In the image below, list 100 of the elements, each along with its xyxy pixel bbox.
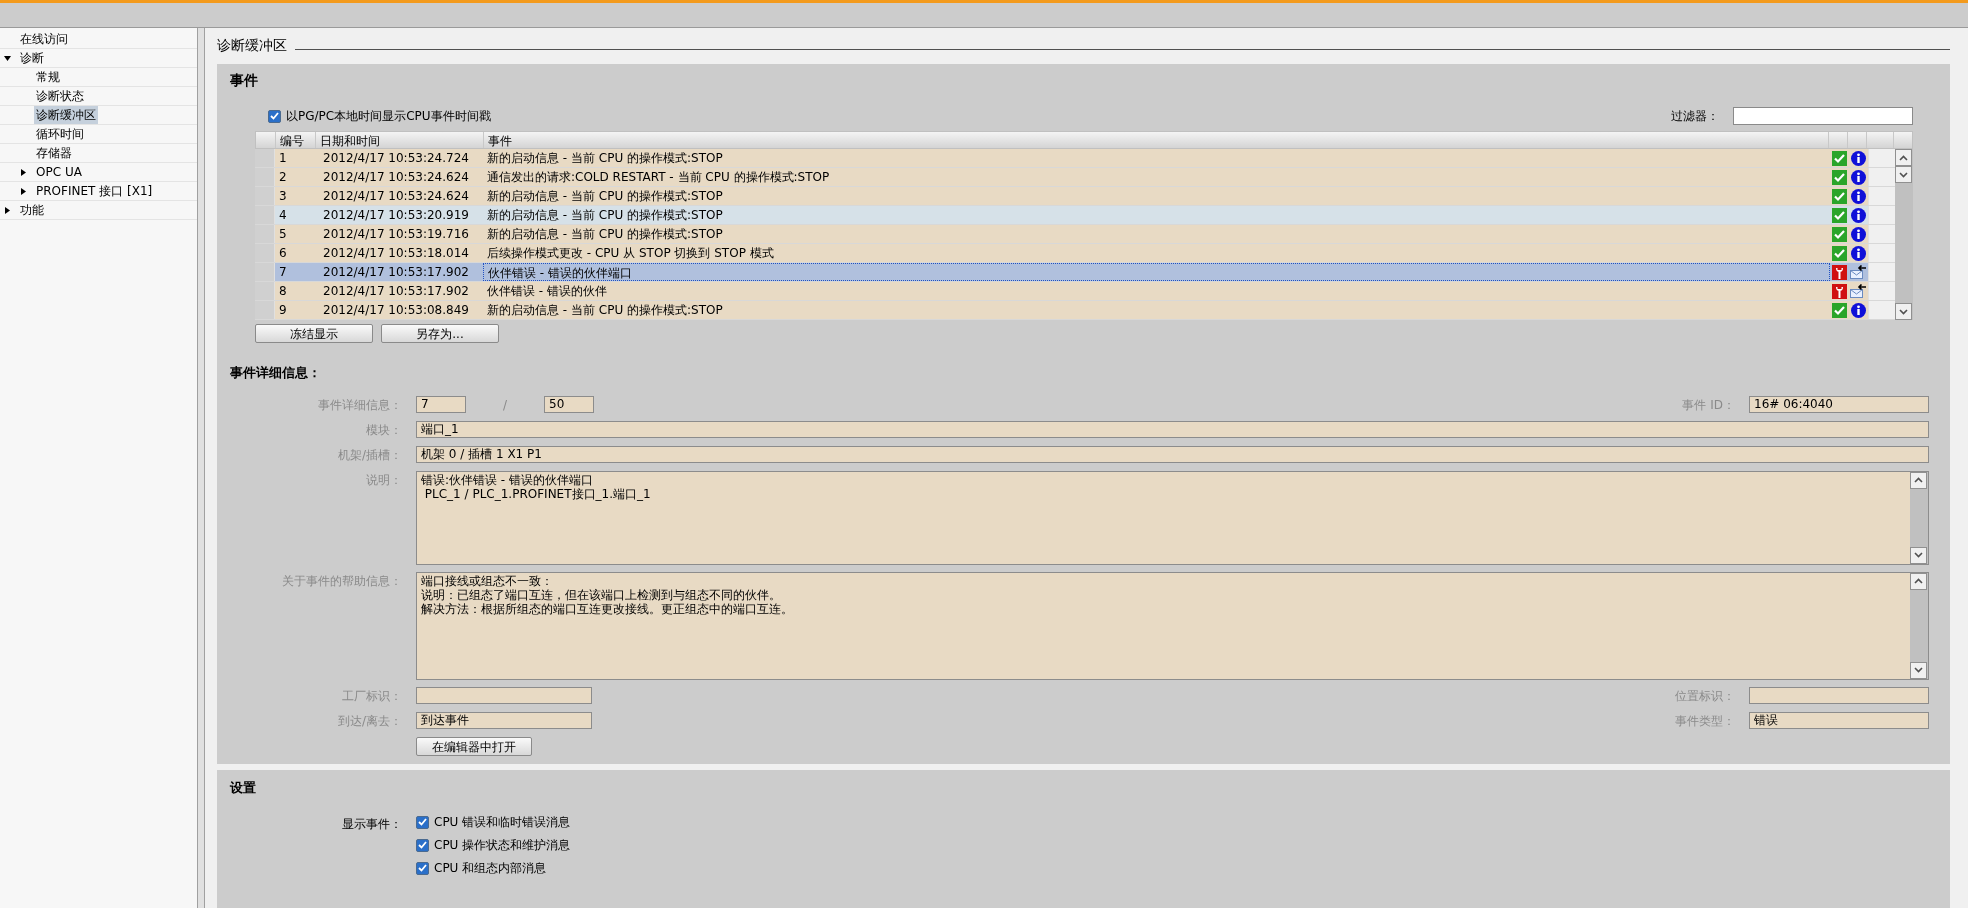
push-button[interactable]: 在编辑器中打开 [416, 736, 532, 756]
event-cell-text: 后续操作模式更改 - CPU 从 STOP 切换到 STOP 模式 [486, 245, 775, 262]
chevron-up-icon [1914, 578, 1923, 584]
field-label: 事件类型： [1674, 712, 1736, 730]
checkbox[interactable] [416, 838, 429, 852]
text-field[interactable]: 到达事件 [416, 712, 592, 729]
tree-item[interactable]: 常规 [34, 68, 62, 86]
push-button[interactable]: 另存为... [381, 324, 499, 343]
column-header[interactable]: 日期和时间 [316, 132, 484, 148]
field-label: 说明： [365, 471, 403, 489]
number-cell-text: 6 [278, 245, 288, 262]
date-cell-text: 2012/4/17 10:53:08.849 [322, 302, 470, 319]
column-header[interactable]: 事件 [484, 132, 1829, 148]
check-icon [1832, 169, 1847, 185]
info-icon [1851, 226, 1866, 242]
checkbox-label: CPU 错误和临时错误消息 [434, 815, 571, 829]
envelope-arrow-icon [1850, 264, 1867, 280]
tree-item[interactable]: 在线访问 [18, 30, 70, 48]
text-field[interactable]: 机架 0 / 插槽 1 X1 P1 [416, 446, 1929, 463]
checkbox[interactable] [416, 861, 429, 875]
table-row[interactable]: 4 2012/4/17 10:53:20.919 新的启动信息 - 当前 CPU 的操作模式:STOP [275, 206, 1868, 224]
scroll-down-button[interactable] [1895, 303, 1912, 320]
scroll-up-button[interactable] [1895, 149, 1912, 166]
tree-item[interactable]: 诊断状态 [34, 87, 86, 105]
text-field[interactable]: 端口_1 [416, 421, 1929, 438]
page-title: 诊断缓冲区 [217, 35, 287, 55]
filter-field[interactable] [1733, 107, 1913, 125]
text-area[interactable]: 错误:伙伴错误 - 错误的伙伴端口 PLC_1 / PLC_1.PROFINET接口_1.端口_1 [416, 470, 1929, 565]
scrollbar[interactable] [1895, 149, 1913, 320]
date-cell-text: 2012/4/17 10:53:20.919 [322, 207, 470, 224]
expand-caret-icon[interactable] [20, 168, 27, 176]
text-field[interactable] [416, 687, 592, 704]
info-icon [1851, 150, 1866, 166]
table-row[interactable]: 5 2012/4/17 10:53:19.716 新的启动信息 - 当前 CPU 的操作模式:STOP [275, 225, 1868, 243]
text-field[interactable]: 16# 06:4040 [1749, 396, 1929, 413]
table-row[interactable]: 2 2012/4/17 10:53:24.624 通信发出的请求:COLD RESTART - 当前 CPU 的操作模式:STOP [275, 168, 1868, 186]
check-icon [1832, 188, 1847, 204]
text-field[interactable]: 错误 [1749, 712, 1929, 729]
scroll-up-button[interactable] [1910, 471, 1927, 489]
date-cell-text: 2012/4/17 10:53:19.716 [322, 226, 470, 243]
filter-label: 过滤器： [1671, 108, 1719, 125]
table-row[interactable]: 1 2012/4/17 10:53:24.724 新的启动信息 - 当前 CPU 的操作模式:STOP [275, 149, 1868, 167]
info-icon [1851, 188, 1866, 204]
table-row[interactable]: 9 2012/4/17 10:53:08.849 新的启动信息 - 当前 CPU 的操作模式:STOP [275, 301, 1868, 319]
event-cell: 伙伴错误 - 错误的伙伴端口 [483, 263, 1830, 281]
date-cell-text: 2012/4/17 10:53:17.902 [322, 283, 470, 300]
text-line: 解决方法：根据所组态的端口互连更改接线。更正组态中的端口互连。 [421, 601, 794, 616]
event-cell-text: 新的启动信息 - 当前 CPU 的操作模式:STOP [486, 188, 724, 205]
event-cell-text: 新的启动信息 - 当前 CPU 的操作模式:STOP [486, 150, 724, 167]
collapse-caret-icon[interactable] [4, 54, 11, 62]
scroll-down-button[interactable] [1910, 546, 1927, 564]
scroll-down-button[interactable] [1895, 166, 1912, 183]
field-label: 显示事件： [341, 816, 403, 833]
tree-item[interactable]: 存储器 [34, 144, 74, 162]
scroll-up-button[interactable] [1910, 572, 1927, 590]
checkbox[interactable] [416, 815, 429, 829]
tree-item[interactable]: 功能 [18, 201, 46, 219]
text-area[interactable]: 端口接线或组态不一致： 说明：已组态了端口互连，但在该端口上检测到与组态不同的伙伴。 解决方法：根据所组态的端口互连更改接线。更正组态中的端口互连。 [416, 571, 1929, 680]
text-field[interactable]: 50 [544, 396, 594, 413]
scroll-down-button[interactable] [1910, 661, 1927, 679]
push-button[interactable]: 冻结显示 [255, 324, 373, 343]
event-cell-text: 新的启动信息 - 当前 CPU 的操作模式:STOP [486, 302, 724, 319]
table-row[interactable]: 3 2012/4/17 10:53:24.624 新的启动信息 - 当前 CPU 的操作模式:STOP [275, 187, 1868, 205]
text-field[interactable]: 7 [416, 396, 466, 413]
date-cell-text: 2012/4/17 10:53:24.724 [322, 150, 470, 167]
expand-caret-icon[interactable] [4, 206, 11, 214]
check-icon [1832, 245, 1847, 261]
number-cell-text: 4 [278, 207, 288, 224]
check-icon [1832, 150, 1847, 166]
tree-item[interactable]: OPC UA [34, 163, 84, 181]
column-header[interactable]: 编号 [276, 132, 316, 148]
field-label: 机架/插槽： [336, 446, 403, 464]
tree-item[interactable]: PROFINET 接口 [X1] [34, 182, 155, 200]
text-line: 错误:伙伴错误 - 错误的伙伴端口 [421, 472, 594, 487]
text-line: 说明：已组态了端口互连，但在该端口上检测到与组态不同的伙伴。 [421, 587, 782, 602]
field-label: 事件详细信息： [317, 396, 403, 414]
field-label: 事件 ID： [1681, 396, 1736, 414]
expand-caret-icon[interactable] [20, 187, 27, 195]
tree-item[interactable]: 循环时间 [34, 125, 86, 143]
wrench-icon [1832, 264, 1847, 280]
checkbox-label: 以PG/PC本地时间显示CPU事件时间戳 [286, 108, 491, 125]
number-cell-text: 2 [278, 169, 288, 186]
text-line: PLC_1 / PLC_1.PROFINET接口_1.端口_1 [423, 486, 652, 501]
checkbox-label: CPU 和组态内部消息 [434, 861, 547, 875]
chevron-up-icon [1899, 154, 1908, 161]
tree-item[interactable]: 诊断缓冲区 [34, 106, 98, 124]
text-field[interactable] [1749, 687, 1929, 704]
envelope-arrow-icon [1850, 283, 1867, 299]
number-cell-text: 5 [278, 226, 288, 243]
info-icon [1851, 245, 1866, 261]
tree-item[interactable]: 诊断 [18, 49, 46, 67]
checkbox[interactable] [268, 109, 281, 123]
number-cell-text: 7 [278, 264, 288, 281]
event-cell-text: 新的启动信息 - 当前 CPU 的操作模式:STOP [486, 226, 724, 243]
section-title: 设置 [230, 778, 257, 797]
table-row[interactable]: 8 2012/4/17 10:53:17.902 伙伴错误 - 错误的伙伴 [275, 282, 1868, 300]
check-icon [1832, 302, 1847, 318]
table-row[interactable]: 6 2012/4/17 10:53:18.014 后续操作模式更改 - CPU 从 STOP 切换到 STOP 模式 [275, 244, 1868, 262]
table-row[interactable]: 7 2012/4/17 10:53:17.902 伙伴错误 - 错误的伙伴端口 [275, 263, 1868, 281]
field-label: 到达/离去： [336, 712, 403, 730]
